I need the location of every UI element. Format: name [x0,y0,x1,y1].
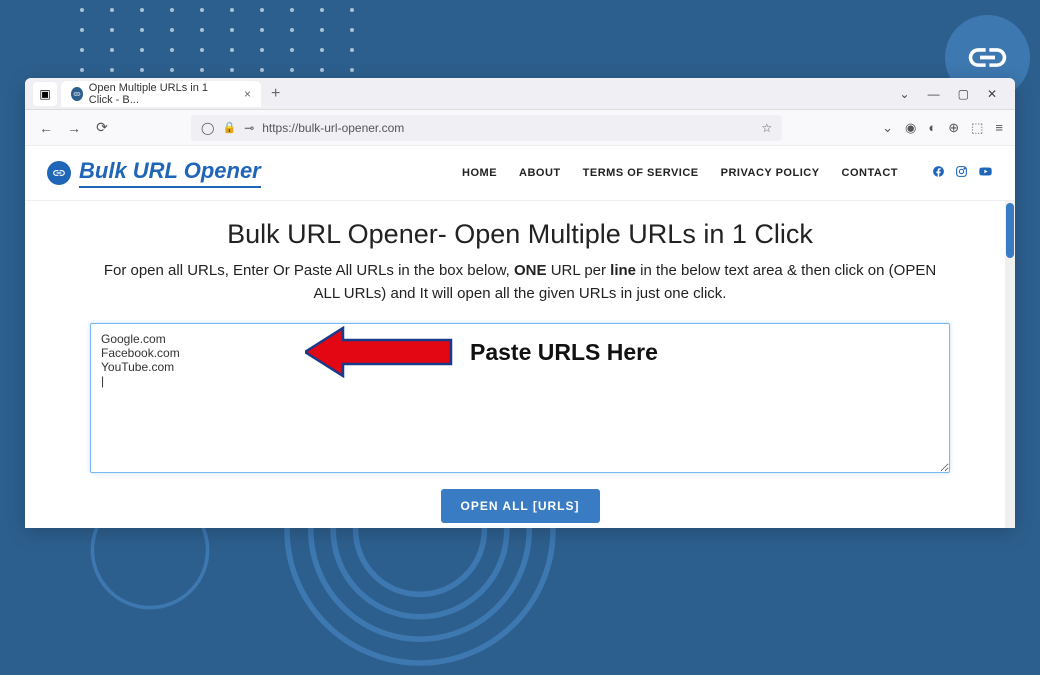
nav-contact[interactable]: CONTACT [842,167,898,179]
page-subtitle: For open all URLs, Enter Or Paste All UR… [49,260,991,305]
nav-home[interactable]: HOME [462,167,497,179]
open-all-button[interactable]: OPEN ALL [URLS] [441,489,600,523]
tab-favicon-icon [71,87,83,101]
scrollbar[interactable] [1005,201,1015,528]
close-window-icon[interactable]: ✕ [987,87,997,101]
forward-icon[interactable]: → [65,120,83,136]
page-header: Bulk URL Opener HOME ABOUT TERMS OF SERV… [25,146,1015,201]
instagram-icon[interactable] [955,165,968,181]
browser-tab[interactable]: Open Multiple URLs in 1 Click - B... × [61,81,261,107]
globe-icon[interactable]: ⊕ [948,120,959,136]
logo-text: Bulk URL Opener [79,158,261,188]
urls-textarea[interactable] [90,323,950,473]
puzzle-icon[interactable]: ⬚ [971,120,983,136]
pinned-tab[interactable]: ▣ [33,82,57,106]
minimize-icon[interactable]: — [928,87,940,101]
extension-icon[interactable]: ◐ [928,120,936,136]
nav-menu: HOME ABOUT TERMS OF SERVICE PRIVACY POLI… [462,165,993,181]
nav-tos[interactable]: TERMS OF SERVICE [583,167,699,179]
logo-link-icon [47,161,71,185]
maximize-icon[interactable]: ▢ [958,87,969,101]
tab-strip: ▣ Open Multiple URLs in 1 Click - B... ×… [25,78,1015,110]
shield-icon: ▣ [39,87,50,101]
chevron-down-icon[interactable]: ⌄ [900,87,910,101]
new-tab-button[interactable]: + [265,85,286,103]
decorative-dots [80,8,380,88]
browser-window: ▣ Open Multiple URLs in 1 Click - B... ×… [25,78,1015,528]
window-controls: ⌄ — ▢ ✕ [900,87,1007,101]
lock-icon: 🔒 [222,121,236,134]
toolbar-icons: ⌄ ◉ ◐ ⊕ ⬚ ≡ [882,120,1003,136]
nav-about[interactable]: ABOUT [519,167,561,179]
back-icon[interactable]: ← [37,120,55,136]
youtube-icon[interactable] [978,165,993,181]
page-title: Bulk URL Opener- Open Multiple URLs in 1… [49,219,991,250]
nav-privacy[interactable]: PRIVACY POLICY [721,167,820,179]
logo[interactable]: Bulk URL Opener [47,158,261,188]
tab-close-icon[interactable]: × [244,87,251,101]
url-input[interactable]: ◯ 🔒 ⊸ https://bulk-url-opener.com ☆ [191,115,782,141]
url-text: https://bulk-url-opener.com [262,121,753,135]
tab-title: Open Multiple URLs in 1 Click - B... [89,82,234,106]
pocket-icon[interactable]: ⌄ [882,120,893,136]
account-icon[interactable]: ◉ [905,120,916,136]
scrollbar-thumb[interactable] [1006,203,1014,258]
address-bar: ← → ⟳ ◯ 🔒 ⊸ https://bulk-url-opener.com … [25,110,1015,146]
permission-icon: ⊸ [244,121,254,135]
page-body: Bulk URL Opener- Open Multiple URLs in 1… [25,201,1015,528]
star-icon[interactable]: ☆ [761,121,772,135]
menu-icon[interactable]: ≡ [995,120,1003,136]
refresh-icon[interactable]: ⟳ [93,119,111,136]
facebook-icon[interactable] [932,165,945,181]
shield-icon: ◯ [201,121,214,135]
